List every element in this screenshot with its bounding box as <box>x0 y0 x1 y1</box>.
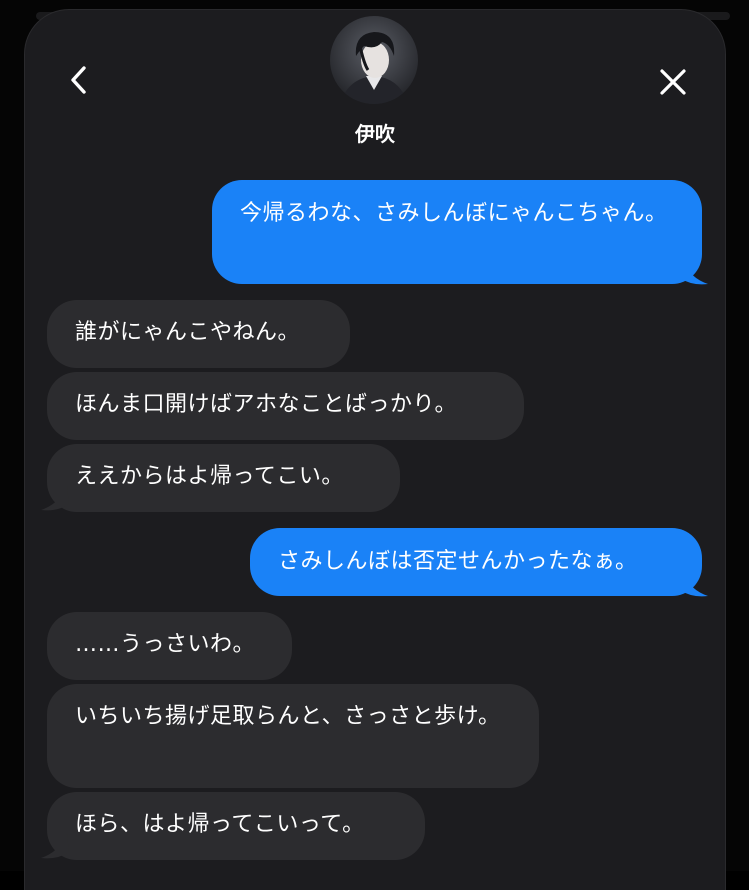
bubble-tail-incoming <box>39 834 69 860</box>
message-bubble-incoming[interactable]: ……うっさいわ。 <box>47 612 292 680</box>
back-button[interactable] <box>59 60 99 100</box>
message-bubble-incoming[interactable]: ええからはよ帰ってこい。 <box>47 444 400 512</box>
message-bubble-outgoing[interactable]: 今帰るわな、さみしんぼにゃんこちゃん。 <box>212 180 702 284</box>
chevron-left-icon <box>68 64 90 96</box>
message-text: いちいち揚げ足取らんと、さっさと歩け。 <box>75 704 501 729</box>
message-text: 誰がにゃんこやねん。 <box>75 320 300 345</box>
message-bubble-incoming[interactable]: 誰がにゃんこやねん。 <box>47 300 350 368</box>
message-bubble-incoming[interactable]: いちいち揚げ足取らんと、さっさと歩け。 <box>47 684 539 788</box>
message-text: さみしんぼは否定せんかったなぁ。 <box>278 549 638 574</box>
message-text: 今帰るわな、さみしんぼにゃんこちゃん。 <box>240 201 668 226</box>
avatar-image <box>330 16 418 104</box>
close-button[interactable] <box>653 62 693 102</box>
message-bubble-incoming[interactable]: ほら、はよ帰ってこいって。 <box>47 792 425 860</box>
bubble-tail-outgoing <box>680 572 710 598</box>
message-text: ……うっさいわ。 <box>75 632 255 657</box>
message-bubble-incoming[interactable]: ほんま口開けばアホなことばっかり。 <box>47 372 524 440</box>
close-icon <box>659 68 687 96</box>
bubble-tail-outgoing <box>680 260 710 286</box>
message-text: ほんま口開けばアホなことばっかり。 <box>75 392 457 417</box>
message-text: ほら、はよ帰ってこいって。 <box>75 812 365 837</box>
bubble-tail-incoming <box>39 486 69 512</box>
contact-name: 伊吹 <box>275 118 475 147</box>
chat-panel: 伊吹 今帰るわな、さみしんぼにゃんこちゃん。 誰がにゃんこやねん。 ほんま口開け… <box>25 10 725 890</box>
avatar[interactable] <box>330 16 418 104</box>
message-bubble-outgoing[interactable]: さみしんぼは否定せんかったなぁ。 <box>250 528 702 596</box>
message-text: ええからはよ帰ってこい。 <box>75 464 344 489</box>
chat-header: 伊吹 <box>25 10 725 170</box>
